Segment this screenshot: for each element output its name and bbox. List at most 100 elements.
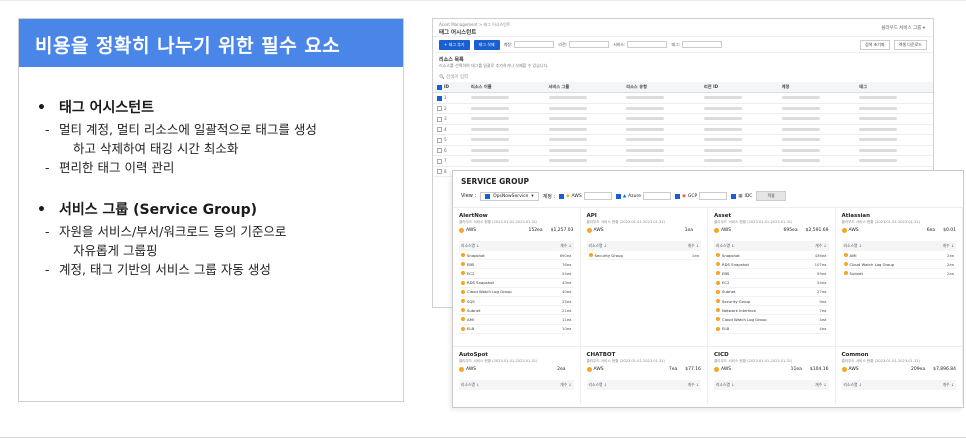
table-row[interactable]: 3 — [433, 113, 933, 125]
export-button[interactable]: 엑셀 다운로드 — [893, 39, 927, 50]
list-item: RDS Snapshot 107ea — [714, 260, 829, 270]
row-checkbox[interactable] — [437, 95, 442, 101]
row-checkbox[interactable] — [437, 106, 442, 111]
card-cost: $1,257.03 — [550, 228, 574, 233]
row-checkbox[interactable] — [437, 158, 442, 164]
card-desc: 클라우드 서비스 현황 (2023.01.01-2023.01.31) — [586, 220, 665, 224]
list-item: Network Interface 7ea — [714, 306, 829, 316]
card-name: Atlassian — [841, 213, 871, 219]
service-group-card[interactable]: Asset 클라우드 서비스 현황 (2023.01.01-2023.01.31)… — [708, 208, 836, 346]
list-title: 리소스 목록 — [439, 57, 464, 63]
resource-icon — [461, 299, 465, 304]
card-count: 2ea — [557, 367, 566, 372]
list-item: Snapshot 436ea — [714, 251, 829, 261]
list-item: EBS 59ea — [714, 269, 829, 279]
list-item: EC2 54ea — [714, 279, 829, 288]
aws-icon — [714, 228, 719, 233]
card-summary: AWS 7ea $77.16 — [586, 367, 701, 372]
card-name: CHATBOT — [586, 352, 616, 358]
view-icon — [485, 193, 491, 199]
provider-aws[interactable]: ◆ AWS — [559, 192, 612, 200]
aws-icon — [841, 228, 847, 233]
service-group-cards: AlertNow 클라우드 서비스 현황 (2023.01.01-2023.01.… — [453, 208, 963, 404]
resource-icon — [843, 271, 848, 276]
card-count: 7ea — [668, 367, 678, 372]
table-row[interactable]: 1 — [433, 92, 933, 104]
service-group-card[interactable]: Common 클라우드 서비스 현황 (2023.01.01-2023.01.31… — [835, 346, 963, 404]
bullet-heading: 태그 어시스턴트 — [59, 100, 155, 116]
resource-header: 리소스명 ↓ 개수 ↓ — [841, 241, 956, 251]
delete-tag-button[interactable]: 태그 삭제 — [473, 39, 500, 50]
table-row[interactable]: 5 — [433, 134, 933, 146]
service-group-card[interactable]: CHATBOT 클라우드 서비스 현황 (2023.01.01-2023.01.3… — [580, 346, 708, 404]
list-item: Security Group 9ea — [714, 297, 829, 307]
row-checkbox[interactable] — [437, 148, 442, 153]
aws-icon — [586, 228, 592, 233]
table-row[interactable]: 2 — [433, 103, 933, 114]
card-name: Common — [841, 352, 869, 358]
service-filter[interactable]: 서비스: — [613, 41, 668, 48]
provider-idc[interactable]: ▦ IDC — [731, 193, 752, 199]
row-checkbox[interactable] — [437, 127, 442, 132]
list-item: Subnet 27ea — [714, 288, 829, 297]
card-summary: AWS 11ea $104.16 — [714, 367, 829, 372]
service-group-card[interactable]: API 클라우드 서비스 현황 (2023.01.01-2023.01.31) AW… — [581, 208, 708, 346]
reset-button[interactable]: 검색 초기화 — [859, 39, 890, 50]
card-summary: AWS 2ea — [459, 367, 574, 372]
search-input[interactable]: 검색어 입력 — [446, 75, 468, 80]
bullet-tag-assistant: • 태그 어시스턴트 - 멀티 계정, 멀티 리소스에 일괄적으로 태그를 생성 하… — [19, 97, 403, 177]
card-count: 695ea — [783, 228, 798, 233]
aws-icon — [586, 367, 592, 372]
card-cost: $104.16 — [809, 367, 829, 372]
list-item: EC2 54ea — [459, 269, 574, 279]
table-row[interactable]: 7 — [433, 155, 933, 167]
apply-button[interactable]: 적용 — [756, 191, 786, 201]
service-group-card[interactable]: AlertNow 클라우드 서비스 현황 (2023.01.01-2023.01.… — [453, 208, 581, 346]
card-summary: AWS 695ea $2,591.69 — [714, 228, 829, 233]
card-cost: $2,591.69 — [805, 228, 829, 233]
tag-filter[interactable]: 태그: — [671, 41, 723, 48]
card-cost: $0.01 — [943, 228, 956, 233]
provider-gcp[interactable]: ◉ GCP — [674, 192, 728, 200]
card-summary: AWS 1ea — [586, 228, 702, 233]
resource-header: 리소스명 ↓ 개수 ↓ — [714, 380, 829, 390]
resource-icon — [716, 280, 720, 285]
resource-header: 리소스명 ↓ 개수 ↓ — [586, 380, 701, 390]
service-group-card[interactable]: CICD 클라우드 서비스 현황 (2023.01.01-2023.01.31) A… — [708, 346, 836, 404]
resource-icon — [843, 253, 848, 258]
service-group-card[interactable]: Atlassian 클라우드 서비스 현황 (2023.01.01-2023.01… — [836, 208, 963, 346]
aws-icon — [841, 367, 847, 372]
row-checkbox[interactable] — [437, 116, 442, 122]
list-item: Snapshot 690ea — [459, 251, 574, 261]
select-all-checkbox[interactable] — [437, 84, 442, 90]
row-checkbox[interactable] — [437, 137, 442, 143]
service-group-card[interactable]: AutoSpot 클라우드 서비스 현황 (2023.01.01-2023.01.… — [453, 346, 581, 404]
list-item: Cloud Watch Log Group 4ea — [714, 315, 829, 325]
list-item: Security Group 1ea — [586, 251, 701, 261]
card-cost: $7,896.84 — [933, 367, 956, 372]
add-tag-button[interactable]: + 태그 추가 — [439, 39, 470, 50]
resource-header: 리소스명 ↓ 개수 ↓ — [459, 380, 574, 390]
table-row[interactable]: 4 — [433, 124, 933, 135]
aws-icon — [459, 228, 464, 233]
account-filter[interactable]: 계정: — [504, 41, 555, 48]
card-summary: AWS 152ea $1,257.03 — [459, 228, 574, 233]
card-name: AutoSpot — [459, 352, 488, 358]
card-cost: $77.16 — [685, 367, 701, 372]
list-item: Cloud Watch Log Group 40ea — [459, 288, 574, 297]
card-count: 209ea — [910, 367, 926, 372]
resource-icon — [461, 317, 465, 322]
provider-azure[interactable]: ▲ Azure — [615, 192, 671, 200]
card-desc: 클라우드 서비스 현황 (2023.01.01-2023.01.31) — [586, 359, 665, 363]
resource-icon — [461, 308, 465, 313]
list-item: ELB 10ea — [459, 325, 574, 334]
resource-header: 리소스명 ↓ 개수 ↓ — [586, 241, 701, 251]
bullet-item: - 계정, 태그 기반의 서비스 그룹 자동 생성 — [45, 262, 271, 277]
row-checkbox[interactable] — [437, 169, 442, 174]
user-menu[interactable]: 클라우드 서비스 그룹 ▾ — [881, 25, 925, 31]
table-row[interactable]: 6 — [433, 145, 933, 156]
view-select[interactable]: OpsNowService ▾ — [480, 191, 539, 201]
card-name: Asset — [714, 213, 732, 219]
region-filter[interactable]: 리전: — [558, 41, 610, 48]
card-desc: 클라우드 서비스 현황 (2023.01.01-2023.01.31) — [714, 359, 793, 363]
